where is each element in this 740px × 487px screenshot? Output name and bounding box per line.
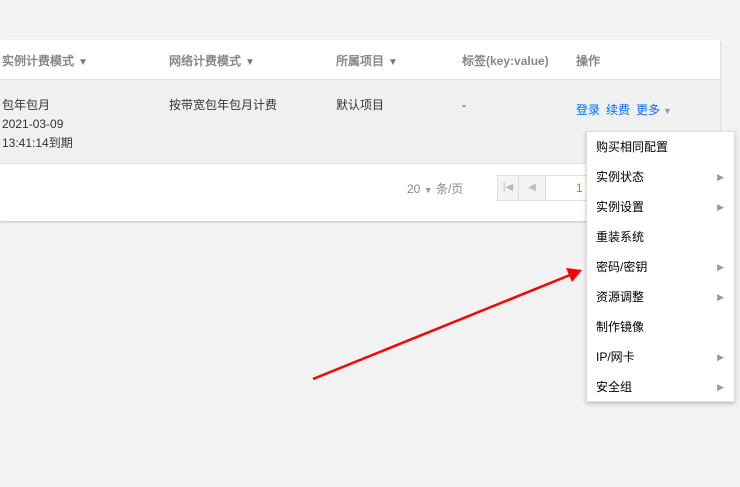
menu-item-label: 实例设置 xyxy=(596,200,645,214)
menu-item[interactable]: 密码/密钥 ▶ xyxy=(587,252,734,282)
menu-item-label: 重装系统 xyxy=(596,230,645,244)
menu-item[interactable]: 重装系统 xyxy=(587,222,734,252)
menu-item[interactable]: 资源调整 ▶ xyxy=(587,282,734,312)
menu-item[interactable]: 实例设置 ▶ xyxy=(587,192,734,222)
menu-item-label: 购买相同配置 xyxy=(596,140,669,154)
chevron-right-icon: ▶ xyxy=(717,292,724,302)
more-dropdown-menu: 购买相同配置 实例状态 ▶ 实例设置 ▶ 重装系统密码/密钥 ▶ 资源调整 ▶ 制作镜像 IP/网卡… xyxy=(586,131,735,402)
chevron-right-icon: ▶ xyxy=(717,382,724,392)
chevron-right-icon: ▶ xyxy=(717,352,724,362)
menu-item[interactable]: 安全组 ▶ xyxy=(587,372,734,402)
menu-item[interactable]: 制作镜像 xyxy=(587,312,734,342)
menu-item[interactable]: 购买相同配置 xyxy=(587,132,734,162)
menu-item-label: 实例状态 xyxy=(596,170,645,184)
menu-item[interactable]: 实例状态 ▶ xyxy=(587,162,734,192)
menu-item-label: 制作镜像 xyxy=(596,320,645,334)
chevron-right-icon: ▶ xyxy=(717,202,724,212)
chevron-right-icon: ▶ xyxy=(717,172,724,182)
menu-item-label: 安全组 xyxy=(596,380,633,394)
menu-item-label: 资源调整 xyxy=(596,290,645,304)
menu-item-label: 密码/密钥 xyxy=(596,260,648,274)
menu-item[interactable]: IP/网卡 ▶ xyxy=(587,342,734,372)
chevron-right-icon: ▶ xyxy=(717,262,724,272)
menu-item-label: IP/网卡 xyxy=(596,350,635,364)
